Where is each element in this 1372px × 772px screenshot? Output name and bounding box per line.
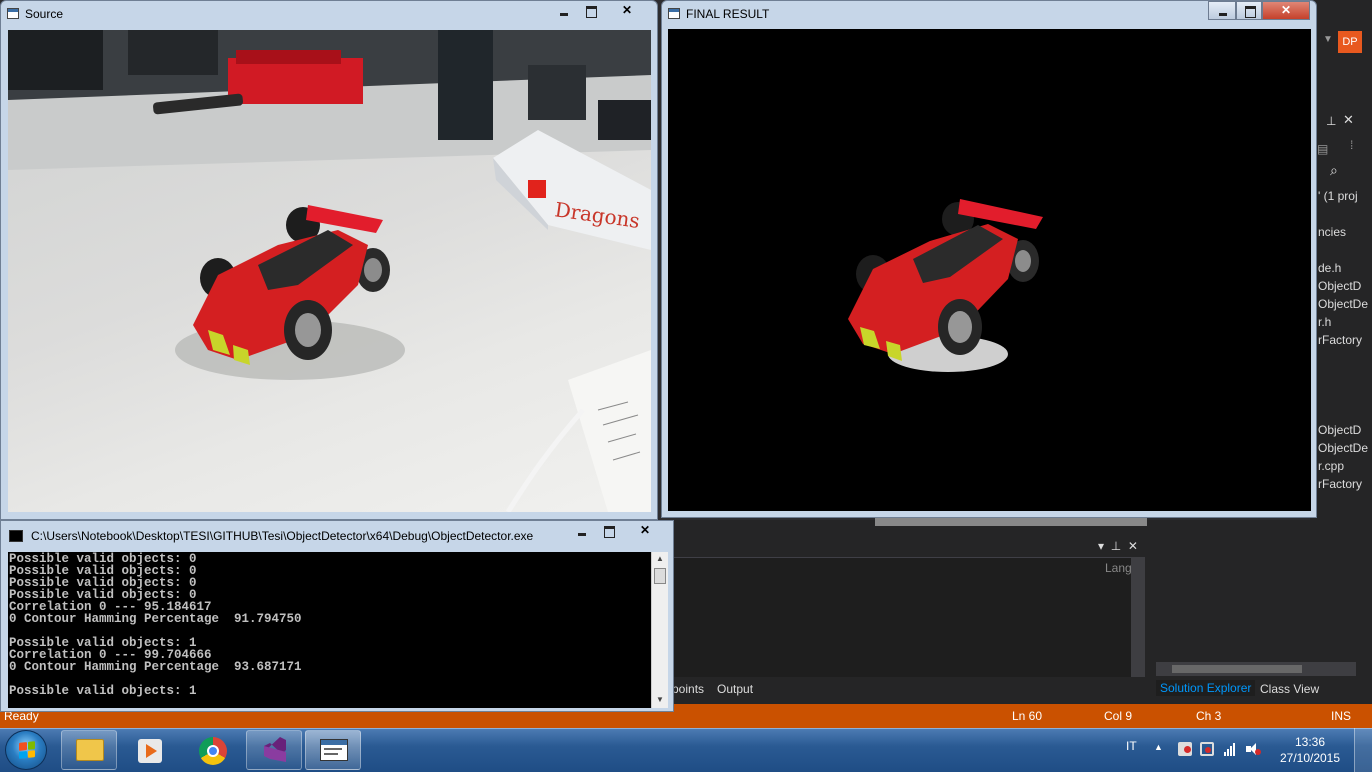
window-app-icon	[668, 8, 680, 19]
toolbar-icon[interactable]: ▤	[1317, 142, 1328, 156]
solution-explorer-item[interactable]: r.h	[1318, 315, 1331, 329]
security-icon[interactable]	[1200, 742, 1214, 756]
taskbar-console[interactable]	[305, 730, 361, 770]
source-scene: Dragons	[8, 30, 651, 512]
maximize-button[interactable]	[577, 1, 603, 20]
search-icon[interactable]: ⌕	[1330, 162, 1338, 179]
toolbar-more-icon[interactable]: ⁞	[1350, 138, 1353, 152]
solution-explorer-item[interactable]: r.cpp	[1318, 459, 1344, 473]
taskbar-clock[interactable]: 13:36 27/10/2015	[1278, 734, 1342, 766]
maximize-button[interactable]	[595, 521, 621, 540]
tab-class-view[interactable]: Class View	[1260, 682, 1319, 696]
hscroll-thumb[interactable]	[1172, 665, 1302, 673]
start-button[interactable]	[5, 730, 47, 770]
final-window-resize-strip	[875, 518, 1147, 526]
status-col: Col 9	[1104, 709, 1133, 723]
window-app-icon	[7, 8, 19, 19]
taskbar-visual-studio[interactable]	[246, 730, 302, 770]
output-scrollbar[interactable]	[1131, 557, 1145, 677]
console-window[interactable]: C:\Users\Notebook\Desktop\TESI\GITHUB\Te…	[0, 520, 674, 712]
window-title: FINAL RESULT	[686, 7, 770, 21]
pin-icon[interactable]: ⊥	[1326, 114, 1336, 128]
windows-logo-icon	[19, 741, 35, 759]
output-panel-controls[interactable]: ▾ ⊥ ✕	[1098, 539, 1138, 553]
close-panel-icon[interactable]: ✕	[1343, 112, 1354, 128]
status-ch: Ch 3	[1196, 709, 1222, 723]
solution-explorer-item[interactable]: rFactory	[1318, 477, 1362, 491]
visual-studio-icon	[264, 737, 286, 762]
media-player-icon	[138, 739, 162, 763]
maximize-button[interactable]	[1236, 1, 1262, 20]
action-center-flag-icon[interactable]	[1178, 742, 1192, 756]
tab-output[interactable]: Output	[717, 682, 753, 696]
console-output: Possible valid objects: 0 Possible valid…	[8, 552, 651, 708]
final-scene	[848, 199, 1043, 372]
close-button[interactable]	[1262, 1, 1310, 20]
network-signal-icon[interactable]	[1224, 742, 1238, 756]
scroll-up-icon[interactable]: ▲	[656, 554, 664, 563]
solution-explorer-item[interactable]: ObjectDe	[1318, 297, 1368, 311]
chrome-icon	[199, 737, 227, 765]
console-scrollbar[interactable]: ▲ ▼	[651, 552, 668, 708]
minimize-button[interactable]	[549, 1, 577, 20]
taskbar-file-explorer[interactable]	[61, 730, 117, 770]
account-chevron-icon[interactable]: ▼	[1323, 34, 1333, 45]
console-line: 0 Contour Hamming Percentage 93.687171	[9, 660, 302, 674]
solution-explorer-bottom	[1152, 520, 1310, 704]
taskbar-chrome[interactable]	[184, 730, 240, 770]
output-lang-label: Lang	[1105, 561, 1132, 575]
close-button[interactable]	[603, 1, 651, 20]
tab-breakpoints[interactable]: points	[672, 682, 704, 696]
console-window-icon	[320, 739, 348, 761]
show-desktop-button[interactable]	[1354, 728, 1372, 772]
volume-muted-icon[interactable]	[1246, 742, 1261, 756]
solution-explorer-item[interactable]: ObjectDe	[1318, 441, 1368, 455]
final-result-image	[668, 29, 1311, 511]
folder-icon	[76, 739, 104, 761]
taskbar-media-player[interactable]	[121, 730, 177, 770]
console-line: Possible valid objects: 1	[9, 684, 197, 698]
clock-date: 27/10/2015	[1279, 751, 1341, 765]
solution-explorer-item[interactable]: ObjectD	[1318, 423, 1361, 437]
solution-explorer-item[interactable]: ncies	[1318, 225, 1346, 239]
solution-explorer-item[interactable]: de.h	[1318, 261, 1341, 275]
minimize-button[interactable]	[1208, 1, 1236, 20]
window-title: Source	[25, 7, 64, 21]
status-line: Ln 60	[1012, 709, 1043, 723]
console-app-icon	[9, 530, 23, 542]
minimize-button[interactable]	[567, 521, 595, 540]
close-button[interactable]	[621, 521, 669, 540]
solution-explorer-item[interactable]: ' (1 proj	[1318, 189, 1358, 203]
solution-explorer-item[interactable]: ObjectD	[1318, 279, 1361, 293]
input-language[interactable]: IT	[1126, 739, 1137, 753]
console-line: 0 Contour Hamming Percentage 91.794750	[9, 612, 302, 626]
solution-explorer-panel	[1310, 0, 1372, 704]
scroll-down-icon[interactable]: ▼	[656, 695, 664, 704]
source-camera-image: Dragons	[8, 30, 651, 512]
status-ins: INS	[1331, 709, 1352, 723]
clock-time: 13:36	[1294, 735, 1326, 749]
solution-explorer-item[interactable]: rFactory	[1318, 333, 1362, 347]
console-title: C:\Users\Notebook\Desktop\TESI\GITHUB\Te…	[31, 529, 534, 543]
tab-solution-explorer[interactable]: Solution Explorer	[1156, 680, 1256, 696]
output-content	[672, 557, 1132, 677]
lego-car-segmented	[848, 199, 1043, 361]
show-hidden-icons-icon[interactable]: ▲	[1154, 742, 1163, 752]
scroll-thumb[interactable]	[654, 568, 666, 584]
account-avatar[interactable]: DP	[1338, 31, 1362, 53]
source-window[interactable]: Source Dragons	[0, 0, 658, 520]
